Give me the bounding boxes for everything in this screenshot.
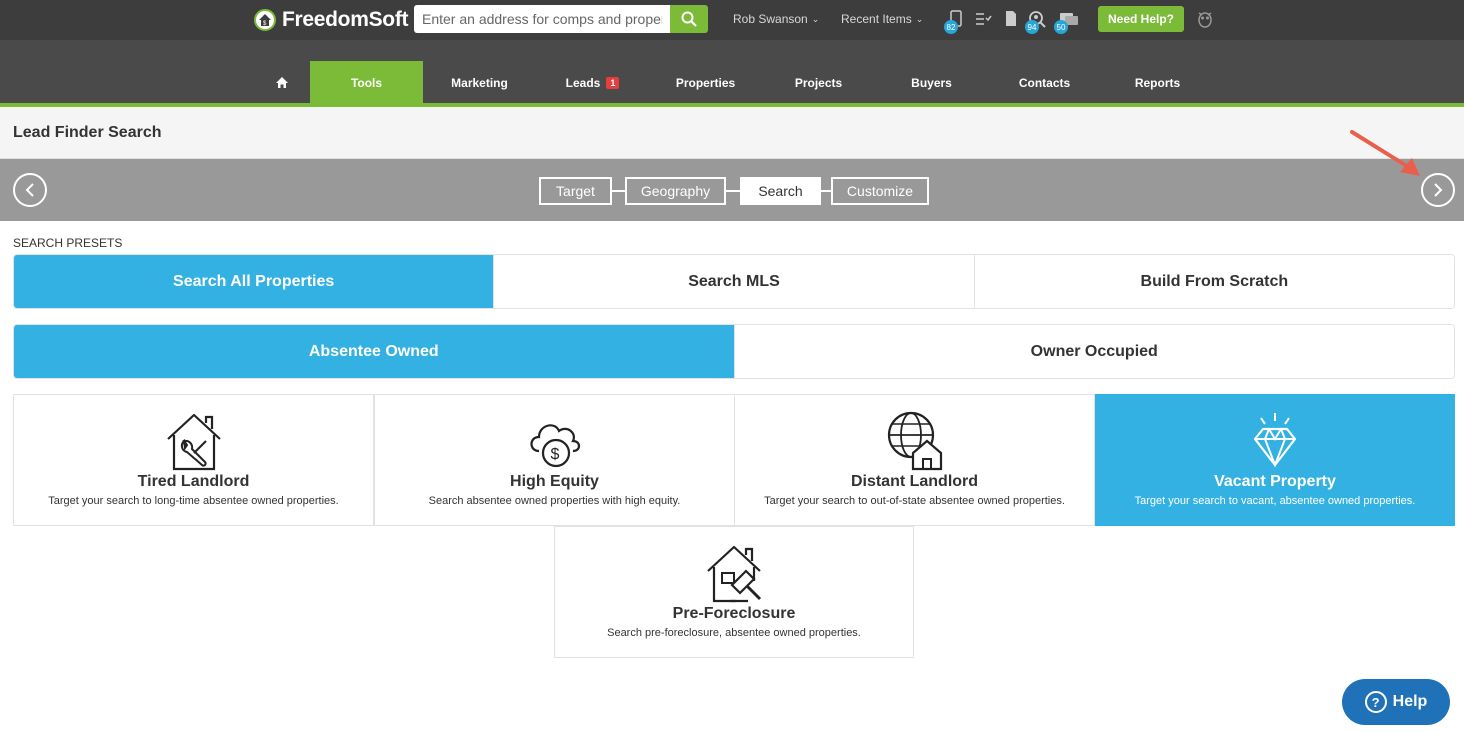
preset-card-pre-foreclosure[interactable]: Pre-Foreclosure Search pre-foreclosure, …: [554, 526, 914, 658]
svg-text:$: $: [550, 446, 559, 463]
task-list-icon[interactable]: [974, 9, 994, 29]
previous-step-button[interactable]: [13, 173, 47, 207]
step-geography[interactable]: Geography: [625, 177, 726, 205]
top-bar: $ FreedomSoft Rob Swanson ⌄ Recent Items…: [0, 0, 1464, 40]
user-menu[interactable]: Rob Swanson ⌄: [733, 12, 819, 26]
chat-icon[interactable]: 50: [1054, 9, 1078, 34]
step-customize[interactable]: Customize: [831, 177, 929, 205]
home-icon: [276, 77, 288, 88]
step-connector: [726, 190, 741, 192]
search-icon: [681, 11, 697, 27]
user-search-icon[interactable]: 94: [1025, 9, 1047, 34]
document-icon[interactable]: [1001, 9, 1021, 29]
card-title: Vacant Property: [1214, 473, 1336, 490]
scope-selector: Search All Properties Search MLS Build F…: [13, 254, 1455, 309]
card-title: Distant Landlord: [850, 473, 979, 490]
nav-leads-label: Leads: [565, 75, 601, 90]
page-title: Lead Finder Search: [13, 124, 162, 141]
search-presets-label: SEARCH PRESETS: [13, 236, 123, 250]
preset-card-vacant-property[interactable]: Vacant Property Target your search to va…: [1095, 394, 1455, 526]
annotation-arrow-icon: [1350, 130, 1420, 176]
chevron-down-icon: ⌄: [811, 13, 820, 24]
recent-items-label: Recent Items: [841, 12, 912, 26]
nav-leads[interactable]: Leads 1: [536, 61, 649, 104]
chevron-right-icon: [1434, 183, 1443, 197]
card-description: Target your search to out-of-state absen…: [764, 495, 1065, 507]
card-description: Target your search to vacant, absentee o…: [1134, 495, 1416, 507]
build-from-scratch-button[interactable]: Build From Scratch: [974, 255, 1454, 308]
chevron-left-icon: [25, 183, 34, 197]
card-title: Pre-Foreclosure: [672, 605, 796, 622]
owl-icon[interactable]: [1196, 9, 1216, 29]
step-target[interactable]: Target: [539, 177, 612, 205]
wizard-steps-bar: Target Geography Search Customize: [0, 159, 1464, 221]
brand-name: FreedomSoft: [282, 8, 409, 31]
address-search: [414, 5, 708, 33]
nav-buyers[interactable]: Buyers: [875, 61, 988, 104]
occupancy-selector: Absentee Owned Owner Occupied: [13, 324, 1455, 379]
nav-marketing[interactable]: Marketing: [423, 61, 536, 104]
card-description: Search absentee owned properties with hi…: [428, 495, 681, 507]
nav-reports[interactable]: Reports: [1101, 61, 1214, 104]
diamond-icon: [1253, 413, 1297, 468]
search-all-properties-button[interactable]: Search All Properties: [14, 255, 495, 308]
phone-badge: 82: [944, 20, 958, 34]
cloud-dollar-icon: $: [529, 424, 580, 468]
nav-properties[interactable]: Properties: [649, 61, 762, 104]
card-description: Target your search to long-time absentee…: [48, 495, 339, 507]
title-band: Lead Finder Search: [0, 107, 1464, 159]
absentee-owned-button[interactable]: Absentee Owned: [14, 325, 735, 378]
nav-projects[interactable]: Projects: [762, 61, 875, 104]
nav-contacts[interactable]: Contacts: [988, 61, 1101, 104]
search-button[interactable]: [670, 5, 708, 33]
card-description: Search pre-foreclosure, absentee owned p…: [607, 627, 861, 639]
step-search[interactable]: Search: [740, 177, 821, 205]
chat-badge: 50: [1054, 20, 1068, 34]
nav-home[interactable]: [254, 61, 310, 104]
card-title: Tired Landlord: [137, 473, 250, 490]
preset-card-distant-landlord[interactable]: Distant Landlord Target your search to o…: [734, 394, 1095, 526]
need-help-button[interactable]: Need Help?: [1098, 6, 1184, 32]
help-button[interactable]: ? Help: [1342, 679, 1450, 725]
search-badge: 94: [1025, 20, 1039, 34]
phone-icon[interactable]: 82: [944, 9, 966, 34]
house-gavel-icon: [707, 545, 762, 603]
globe-house-icon: [887, 411, 942, 471]
help-label: Help: [1392, 693, 1428, 710]
address-search-input[interactable]: [414, 5, 670, 33]
preset-card-tired-landlord[interactable]: Tired Landlord Target your search to lon…: [13, 394, 374, 526]
preset-card-high-equity[interactable]: $ High Equity Search absentee owned prop…: [374, 394, 735, 526]
house-logo-icon: $: [254, 9, 276, 31]
chevron-down-icon: ⌄: [915, 13, 924, 24]
owner-occupied-button[interactable]: Owner Occupied: [734, 325, 1454, 378]
card-title: High Equity: [510, 473, 599, 490]
brand-logo[interactable]: $ FreedomSoft: [254, 7, 409, 33]
nav-tools[interactable]: Tools: [310, 61, 423, 104]
user-name: Rob Swanson: [733, 12, 808, 26]
leads-badge: 1: [606, 76, 620, 89]
question-icon: ?: [1364, 691, 1387, 713]
search-mls-button[interactable]: Search MLS: [494, 255, 975, 308]
recent-items-menu[interactable]: Recent Items ⌄: [841, 12, 923, 26]
house-wrench-icon: [166, 413, 221, 471]
step-connector: [612, 190, 626, 192]
